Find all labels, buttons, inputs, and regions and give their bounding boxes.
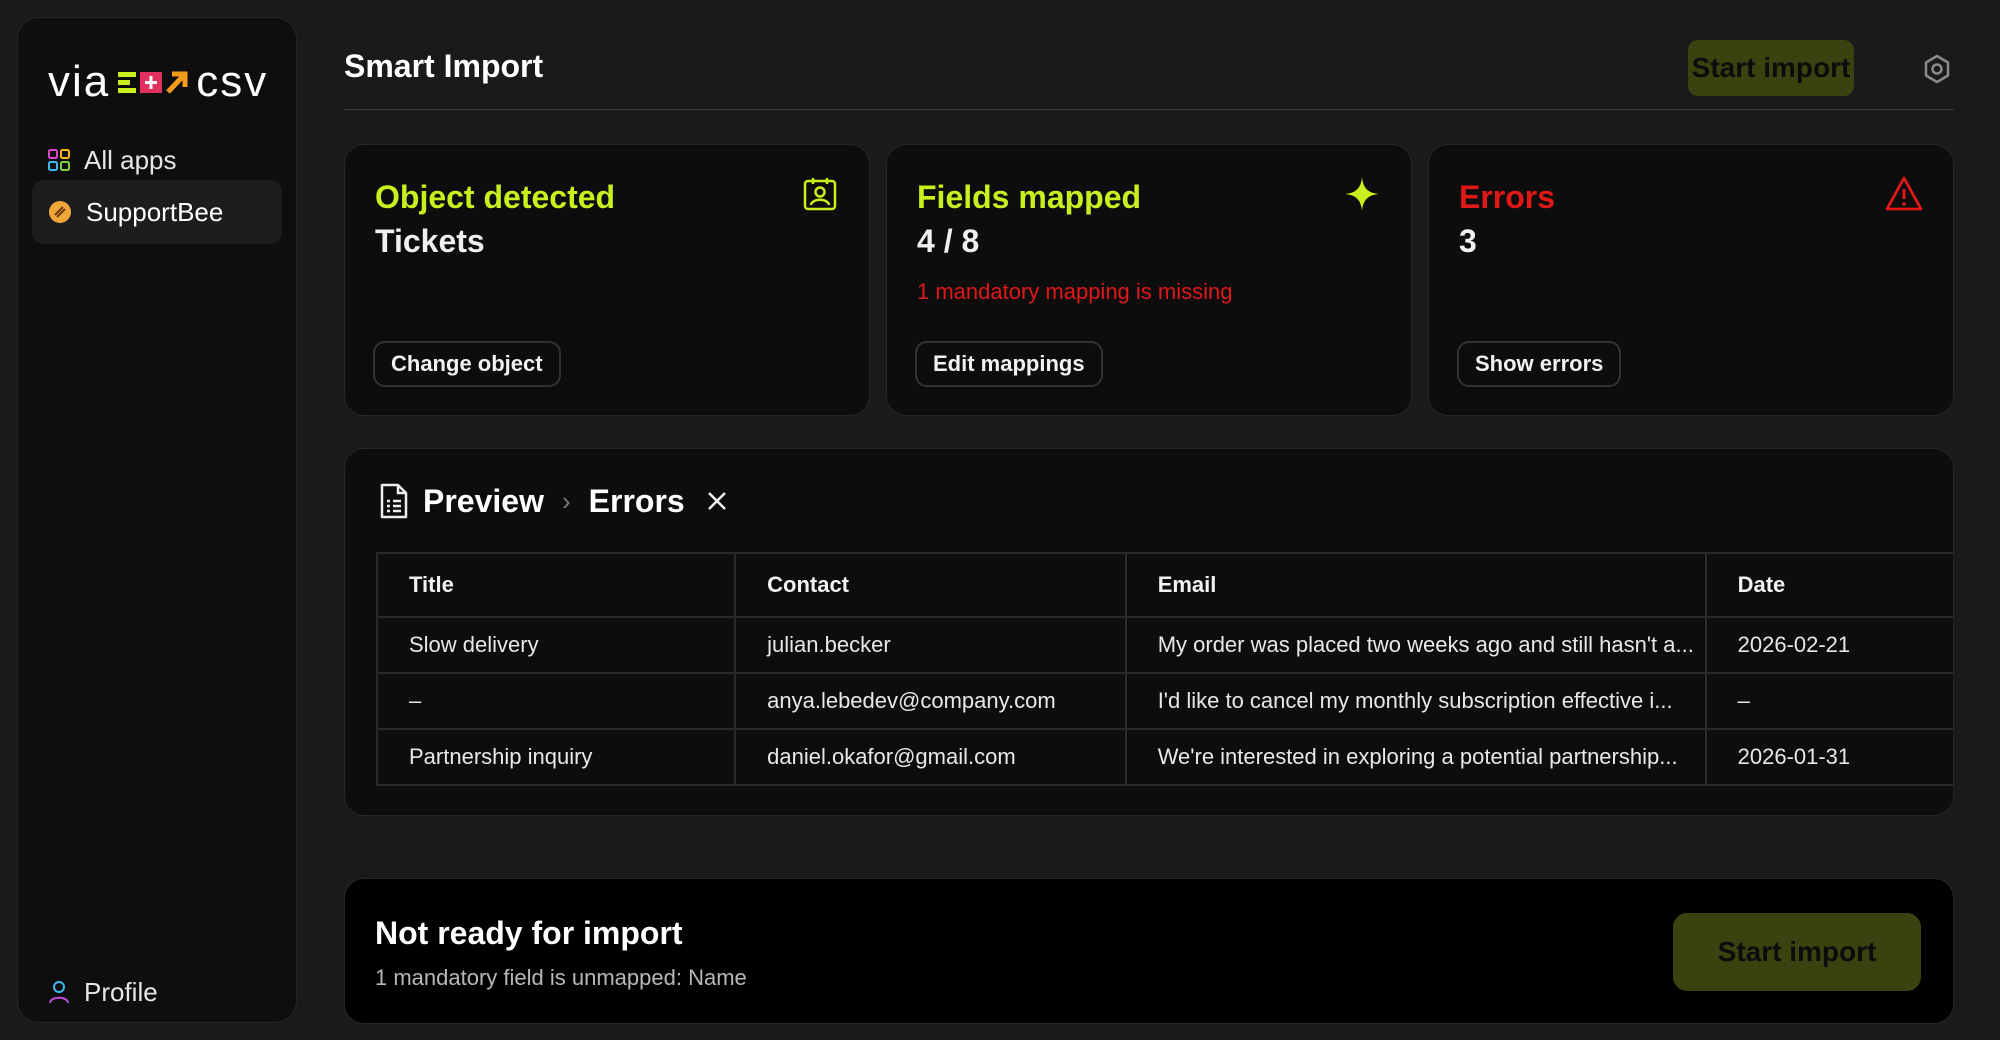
column-header-contact[interactable]: Contact xyxy=(734,552,1127,618)
sidebar-item-label: All apps xyxy=(84,144,177,175)
sidebar-item-profile[interactable]: Profile xyxy=(32,960,282,1024)
table-cell[interactable]: Slow delivery xyxy=(375,616,737,674)
errors-count: 3 xyxy=(1459,223,1477,259)
object-detected-label: Object detected xyxy=(375,179,616,215)
table-cell[interactable]: anya.lebedev@company.com xyxy=(734,672,1127,730)
errors-card: Errors 3 Show errors xyxy=(1428,144,1954,416)
sidebar-item-label: SupportBee xyxy=(86,196,224,227)
object-detected-value: Tickets xyxy=(375,223,485,259)
table-row: – anya.lebedev@company.com I'd like to c… xyxy=(375,672,1953,730)
warning-icon xyxy=(1885,176,1923,211)
chevron-right-icon: › xyxy=(561,485,571,516)
import-status-title: Not ready for import xyxy=(375,915,683,951)
table-cell[interactable]: 2026-02-21 xyxy=(1704,616,1953,674)
show-errors-button[interactable]: Show errors xyxy=(1457,341,1622,387)
mapping-warning: 1 mandatory mapping is missing xyxy=(917,279,1233,304)
table-cell[interactable]: We're interested in exploring a potentia… xyxy=(1124,728,1707,786)
header-divider xyxy=(344,109,1954,110)
preview-panel: Preview › Errors Title Contact Email Dat… xyxy=(344,448,1954,816)
table-header-row: Title Contact Email Date xyxy=(375,552,1953,618)
table-cell[interactable]: Partnership inquiry xyxy=(375,728,737,786)
object-detected-card: Object detected Tickets Change object xyxy=(344,144,870,416)
logo-text-right: csv xyxy=(196,57,269,106)
start-import-button-footer[interactable]: Start import xyxy=(1673,913,1921,991)
start-import-button-header[interactable]: Start import xyxy=(1688,40,1854,96)
sidebar: via csv All apps SupportBee Profile xyxy=(17,17,297,1023)
preview-table: Title Contact Email Date Slow delivery j… xyxy=(375,552,1953,786)
grid-icon xyxy=(48,149,70,171)
table-cell-error[interactable]: julian.becker xyxy=(734,616,1127,674)
table-cell[interactable]: 2026-01-31 xyxy=(1704,728,1953,786)
close-icon[interactable] xyxy=(705,489,729,513)
preview-title[interactable]: Preview xyxy=(423,483,544,520)
fields-mapped-card: Fields mapped 4 / 8 1 mandatory mapping … xyxy=(886,144,1412,416)
table-cell[interactable]: My order was placed two weeks ago and st… xyxy=(1124,616,1707,674)
sparkle-icon xyxy=(1345,177,1379,211)
logo-mark xyxy=(118,69,188,95)
gear-icon[interactable] xyxy=(1922,54,1952,84)
change-object-button[interactable]: Change object xyxy=(373,341,561,387)
edit-mappings-button[interactable]: Edit mappings xyxy=(915,341,1103,387)
fields-mapped-value: 4 / 8 xyxy=(917,223,980,259)
table-cell[interactable]: I'd like to cancel my monthly subscripti… xyxy=(1124,672,1707,730)
logo[interactable]: via csv xyxy=(48,42,268,122)
errors-label: Errors xyxy=(1459,179,1556,215)
table-cell[interactable]: daniel.okafor@gmail.com xyxy=(734,728,1127,786)
column-header-date[interactable]: Date xyxy=(1704,552,1953,618)
main-content: Smart Import Start import Object detecte… xyxy=(344,0,1954,1040)
table-cell-error[interactable]: – xyxy=(375,672,737,730)
contact-card-icon xyxy=(803,178,837,211)
import-status-footer: Not ready for import 1 mandatory field i… xyxy=(344,878,1954,1024)
column-header-email[interactable]: Email xyxy=(1124,552,1707,618)
import-status-subtitle: 1 mandatory field is unmapped: Name xyxy=(375,965,747,990)
column-header-title[interactable]: Title xyxy=(375,552,737,618)
preview-header: Preview › Errors xyxy=(379,481,729,521)
logo-text-left: via xyxy=(48,57,111,106)
table-cell-error[interactable]: – xyxy=(1704,672,1953,730)
fields-mapped-label: Fields mapped xyxy=(917,179,1142,215)
supportbee-icon xyxy=(49,201,71,223)
table-row: Partnership inquiry daniel.okafor@gmail.… xyxy=(375,728,1953,786)
document-icon xyxy=(380,483,408,519)
preview-filter-label: Errors xyxy=(588,482,685,519)
sidebar-item-supportbee[interactable]: SupportBee xyxy=(32,180,282,244)
page-title: Smart Import xyxy=(344,48,544,84)
user-icon xyxy=(49,981,69,1004)
sidebar-item-label: Profile xyxy=(84,976,158,1007)
table-row: Slow delivery julian.becker My order was… xyxy=(375,616,1953,674)
